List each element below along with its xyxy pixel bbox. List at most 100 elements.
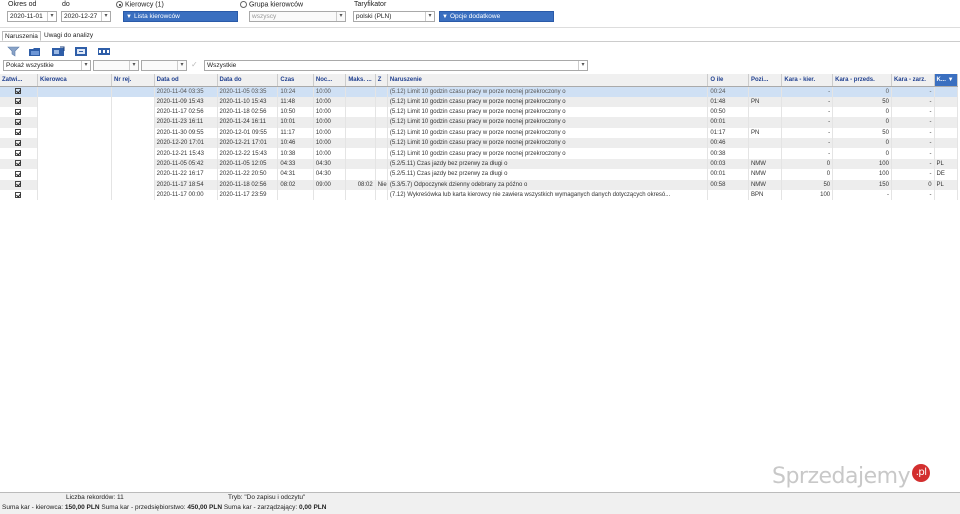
cell-zatwierdzone[interactable] — [0, 127, 39, 139]
col-header-kierowca[interactable]: Kierowca — [37, 74, 113, 87]
chevron-down-icon[interactable]: ▾ — [177, 61, 186, 70]
check-icon[interactable]: ✓ — [191, 60, 198, 69]
suma-kier-label: Suma kar - kierowca: — [2, 504, 64, 511]
checkbox-checked-icon[interactable] — [15, 191, 21, 198]
show-filter-select[interactable]: Pokaż wszystkie ▾ — [3, 60, 91, 71]
cell-poziom: NMW — [748, 158, 783, 170]
col-header-kara-przeds[interactable]: Kara - przeds. — [832, 74, 892, 87]
table-row[interactable]: 2020-12-21 15:43 2020-12-22 15:43 10:38 10:… — [0, 148, 959, 159]
table-row[interactable]: 2020-11-05 05:42 2020-11-05 12:05 04:33 04:… — [0, 158, 959, 170]
cell-zatwierdzone[interactable] — [0, 158, 39, 170]
cell-zatwierdzone[interactable] — [0, 106, 39, 118]
col-header-poziom[interactable]: Pozi... — [748, 74, 783, 87]
col-header-z[interactable]: Z — [375, 74, 388, 87]
col-header-czas[interactable]: Czas — [277, 74, 314, 87]
cell-data-do: 2020-11-24 16:11 — [217, 117, 279, 128]
export-icon[interactable] — [51, 46, 65, 57]
tab-uwagi[interactable]: Uwagi do analizy — [42, 31, 95, 41]
opcje-dodatkowe-button[interactable]: ▼ Opcje dodatkowe — [439, 11, 554, 22]
taryfikator-select[interactable]: polski (PLN) ▾ — [353, 11, 435, 22]
chevron-down-icon[interactable]: ▾ — [336, 12, 345, 21]
lista-kierowcow-button[interactable]: ▼ Lista kierowców — [123, 11, 238, 22]
calendar-dropdown-icon[interactable]: ▾ — [47, 12, 56, 21]
kierowcy-radio[interactable]: Kierowcy (1) — [116, 1, 164, 8]
checkbox-checked-icon[interactable] — [15, 118, 21, 125]
checkbox-checked-icon[interactable] — [15, 170, 21, 177]
folder-open-icon[interactable] — [28, 46, 42, 57]
checkbox-checked-icon[interactable] — [15, 108, 21, 115]
grupa-select[interactable]: wszyscy ▾ — [249, 11, 346, 22]
col-header-data-od[interactable]: Data od — [154, 74, 218, 87]
cell-zatwierdzone[interactable] — [0, 169, 39, 180]
cell-zatwierdzone[interactable] — [0, 148, 39, 159]
col-header-k[interactable]: K... ▼ — [934, 74, 959, 87]
checkbox-checked-icon[interactable] — [15, 87, 21, 94]
table-row[interactable]: 2020-11-30 09:55 2020-12-01 09:55 11:17 10:… — [0, 127, 959, 139]
cell-noc: 10:00 — [313, 148, 347, 159]
col-header-noc[interactable]: Noc... — [313, 74, 347, 87]
cell-kara-przeds: 100 — [832, 169, 892, 180]
table-row[interactable]: 2020-12-20 17:01 2020-12-21 17:01 10:46 10:… — [0, 138, 959, 149]
col-header-maks[interactable]: Maks. ... — [345, 74, 376, 87]
cell-zatwierdzone[interactable] — [0, 138, 39, 149]
table-row[interactable]: 2020-11-17 02:56 2020-11-18 02:56 10:50 10:… — [0, 106, 959, 118]
watermark-logo: Sprzedajemy .pl — [772, 464, 931, 489]
cell-czas: 11:17 — [277, 127, 314, 139]
col-header-nr-rej[interactable]: Nr rej. — [111, 74, 155, 87]
do-field[interactable]: 2020-12-27 ▾ — [61, 11, 111, 22]
grupa-radio[interactable]: Grupa kierowców — [240, 1, 303, 8]
table-row[interactable]: 2020-11-17 18:54 2020-11-18 02:56 08:02 09:… — [0, 179, 959, 191]
cell-zatwierdzone[interactable] — [0, 179, 39, 191]
cell-data-do: 2020-11-18 02:56 — [217, 106, 279, 118]
checkbox-checked-icon[interactable] — [15, 150, 21, 157]
cell-z — [375, 127, 388, 139]
cell-naruszenie: (5.12) Limit 10 godzin czasu pracy w por… — [387, 106, 709, 118]
chevron-down-icon[interactable]: ▾ — [425, 12, 434, 21]
print-icon[interactable] — [74, 46, 88, 57]
columns-icon[interactable] — [97, 46, 111, 57]
filter-select-2[interactable]: ▾ — [93, 60, 139, 71]
checkbox-checked-icon[interactable] — [15, 181, 21, 188]
cell-kara-kier: - — [781, 117, 834, 128]
okres-od-field[interactable]: 2020-11-01 ▾ — [7, 11, 57, 22]
checkbox-checked-icon[interactable] — [15, 160, 21, 167]
col-header-o-ile[interactable]: O ile — [707, 74, 749, 87]
naruszenie-filter-value: Wszystkie — [207, 62, 237, 69]
filter-select-3[interactable]: ▾ — [141, 60, 187, 71]
cell-zatwierdzone[interactable] — [0, 190, 39, 201]
table-row[interactable]: 2020-11-17 00:00 2020-11-17 23:59 (7.12) W… — [0, 190, 959, 201]
table-row[interactable]: 2020-11-09 15:43 2020-11-10 15:43 11:48 10:… — [0, 96, 959, 107]
col-header-zatwierdzone[interactable]: Zatwi... — [0, 74, 39, 87]
filter-icon[interactable] — [7, 46, 21, 57]
checkbox-checked-icon[interactable] — [15, 129, 21, 136]
cell-data-do: 2020-12-01 09:55 — [217, 127, 279, 139]
cell-zatwierdzone[interactable] — [0, 86, 39, 97]
filter-icon[interactable]: ▼ — [948, 77, 954, 83]
taryfikator-label: Taryfikator — [354, 1, 387, 8]
col-header-data-do[interactable]: Data do — [217, 74, 279, 87]
cell-zatwierdzone[interactable] — [0, 96, 39, 107]
cell-z — [375, 96, 388, 107]
cell-poziom — [748, 86, 783, 97]
dropdown-arrow-icon: ▼ — [126, 14, 132, 20]
table-row[interactable]: 2020-11-22 16:17 2020-11-22 20:50 04:31 04:… — [0, 169, 959, 180]
chevron-down-icon[interactable]: ▾ — [81, 61, 90, 70]
chevron-down-icon[interactable]: ▾ — [578, 61, 587, 70]
table-row[interactable]: 2020-11-04 03:35 2020-11-05 03:35 10:24 10:… — [0, 86, 959, 97]
col-header-kara-zarz[interactable]: Kara - zarz. — [891, 74, 935, 87]
checkbox-checked-icon[interactable] — [15, 98, 21, 105]
table-row[interactable]: 2020-11-23 16:11 2020-11-24 16:11 10:01 10:… — [0, 117, 959, 128]
radio-selected-icon[interactable] — [116, 1, 123, 8]
chevron-down-icon[interactable]: ▾ — [129, 61, 138, 70]
radio-unselected-icon[interactable] — [240, 1, 247, 8]
col-header-kara-kier[interactable]: Kara - kier. — [781, 74, 834, 87]
tab-naruszenia[interactable]: Naruszenia — [2, 31, 41, 41]
col-header-naruszenie[interactable]: Naruszenie — [387, 74, 709, 87]
cell-nr-rej — [111, 158, 155, 170]
naruszenie-filter-select[interactable]: Wszystkie ▾ — [204, 60, 588, 71]
calendar-dropdown-icon[interactable]: ▾ — [101, 12, 110, 21]
checkbox-checked-icon[interactable] — [15, 139, 21, 146]
cell-z — [375, 86, 388, 97]
cell-k — [934, 190, 959, 201]
cell-zatwierdzone[interactable] — [0, 117, 39, 128]
